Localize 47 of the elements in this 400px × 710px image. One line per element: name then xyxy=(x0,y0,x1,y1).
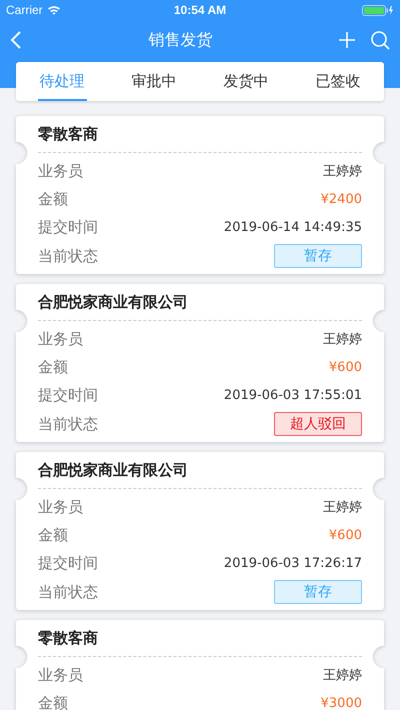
order-card[interactable]: 零散客商 业务员 王婷婷 金额 ¥2400 提交时间 2019-06-14 14:49:35 当前状态 暂存 xyxy=(16,116,384,274)
field-label: 业务员 xyxy=(38,330,83,348)
status-tag: 超人驳回 xyxy=(274,412,362,436)
status-tag: 暂存 xyxy=(274,580,362,604)
search-icon[interactable] xyxy=(371,30,390,50)
field-value: 王婷婷 xyxy=(323,163,362,180)
field-label: 金额 xyxy=(38,190,68,208)
field-label: 当前状态 xyxy=(38,582,98,602)
battery-icon xyxy=(362,4,394,16)
field-value: 2019-06-03 17:26:17 xyxy=(224,556,362,570)
field-label: 业务员 xyxy=(38,498,83,516)
field-label: 业务员 xyxy=(38,666,83,684)
amount-value: ¥2400 xyxy=(320,192,362,206)
field-value: 王婷婷 xyxy=(323,499,362,516)
order-card[interactable]: 合肥悦家商业有限公司 业务员 王婷婷 金额 ¥600 提交时间 2019-06-03 17:26:17 当前状态 暂存 xyxy=(16,452,384,610)
amount-value: ¥3000 xyxy=(320,696,362,710)
field-label: 当前状态 xyxy=(38,414,98,434)
tab[interactable]: 发货中 xyxy=(222,62,270,101)
carrier-label: Carrier xyxy=(6,3,43,17)
field-value: 2019-06-03 17:55:01 xyxy=(224,388,362,402)
page-title: 销售发货 xyxy=(148,30,214,50)
order-card[interactable]: 零散客商 业务员 王婷婷 金额 ¥3000 xyxy=(16,620,384,710)
field-label: 金额 xyxy=(38,358,68,376)
tab[interactable]: 审批中 xyxy=(130,62,178,101)
customer-name: 零散客商 xyxy=(38,620,362,657)
amount-value: ¥600 xyxy=(328,360,362,374)
back-icon[interactable] xyxy=(10,30,22,50)
add-icon[interactable] xyxy=(339,32,355,48)
field-label: 金额 xyxy=(38,526,68,544)
field-label: 当前状态 xyxy=(38,246,98,266)
tab[interactable]: 已签收 xyxy=(314,62,362,101)
customer-name: 合肥悦家商业有限公司 xyxy=(38,452,362,489)
field-value: 2019-06-14 14:49:35 xyxy=(224,220,362,234)
field-label: 提交时间 xyxy=(38,386,98,404)
field-value: 王婷婷 xyxy=(323,331,362,348)
wifi-icon xyxy=(46,5,61,15)
field-label: 提交时间 xyxy=(38,554,98,572)
status-tag: 暂存 xyxy=(274,244,362,268)
field-label: 提交时间 xyxy=(38,218,98,236)
order-card[interactable]: 合肥悦家商业有限公司 业务员 王婷婷 金额 ¥600 提交时间 2019-06-03 17:55:01 当前状态 超人驳回 xyxy=(16,284,384,442)
customer-name: 零散客商 xyxy=(38,116,362,153)
field-value: 王婷婷 xyxy=(323,667,362,684)
field-label: 业务员 xyxy=(38,162,83,180)
customer-name: 合肥悦家商业有限公司 xyxy=(38,284,362,321)
field-label: 金额 xyxy=(38,694,68,710)
clock-time: 10:54 AM xyxy=(174,3,226,17)
amount-value: ¥600 xyxy=(328,528,362,542)
